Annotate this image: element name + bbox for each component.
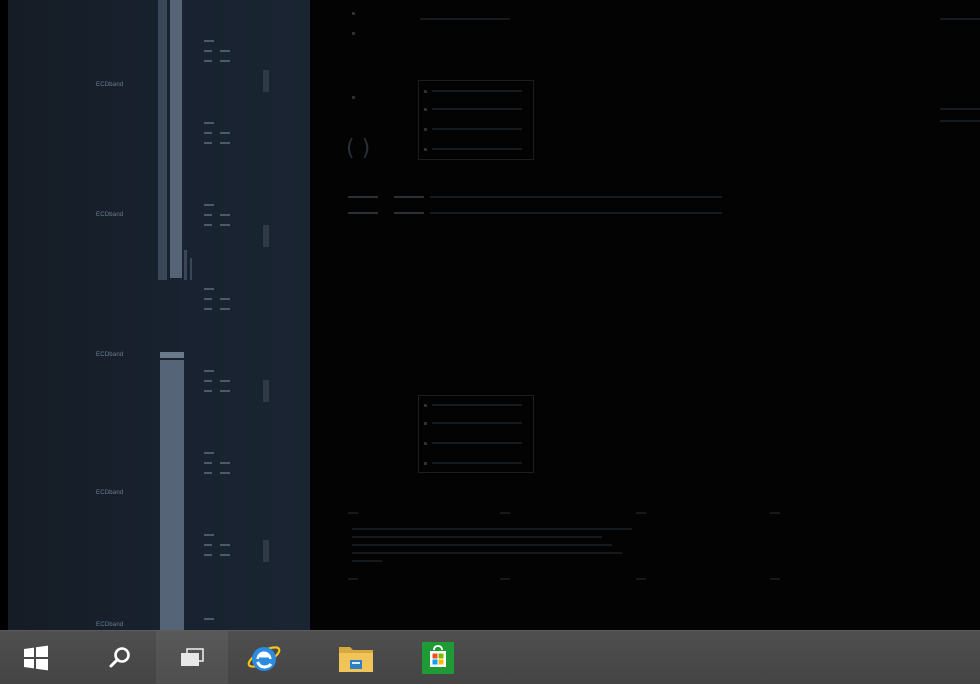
start-button[interactable] [0, 631, 72, 684]
left-panel-label: ECDband [96, 622, 124, 628]
vertical-bar [190, 258, 192, 280]
vertical-bar [158, 0, 167, 280]
left-panel-label: ECDband [96, 490, 124, 496]
windows-logo-icon [24, 645, 48, 671]
vertical-bar [160, 360, 184, 630]
search-button[interactable] [84, 631, 156, 684]
internet-explorer-button[interactable] [228, 631, 300, 684]
left-panel-label: ECDband [96, 352, 124, 358]
taskbar [0, 630, 980, 684]
file-explorer-button[interactable] [320, 631, 392, 684]
vertical-bar [184, 250, 187, 280]
store-button[interactable] [402, 631, 474, 684]
folder-icon [339, 647, 373, 672]
desktop: ECDband ECDband ECDband ECDband ECDband [0, 0, 980, 630]
bar-cap [160, 352, 184, 358]
task-view-icon [181, 648, 204, 666]
left-panel: ECDband ECDband ECDband ECDband ECDband [8, 0, 310, 630]
task-view-button[interactable] [156, 631, 228, 684]
vertical-bar [170, 0, 182, 278]
store-icon [422, 642, 454, 674]
left-panel-label: ECDband [96, 82, 124, 88]
left-panel-label: ECDband [96, 212, 124, 218]
faint-brace: ( ) [346, 136, 371, 161]
internet-explorer-icon [247, 646, 281, 671]
screen-left-edge [0, 0, 8, 630]
search-icon [109, 647, 130, 668]
